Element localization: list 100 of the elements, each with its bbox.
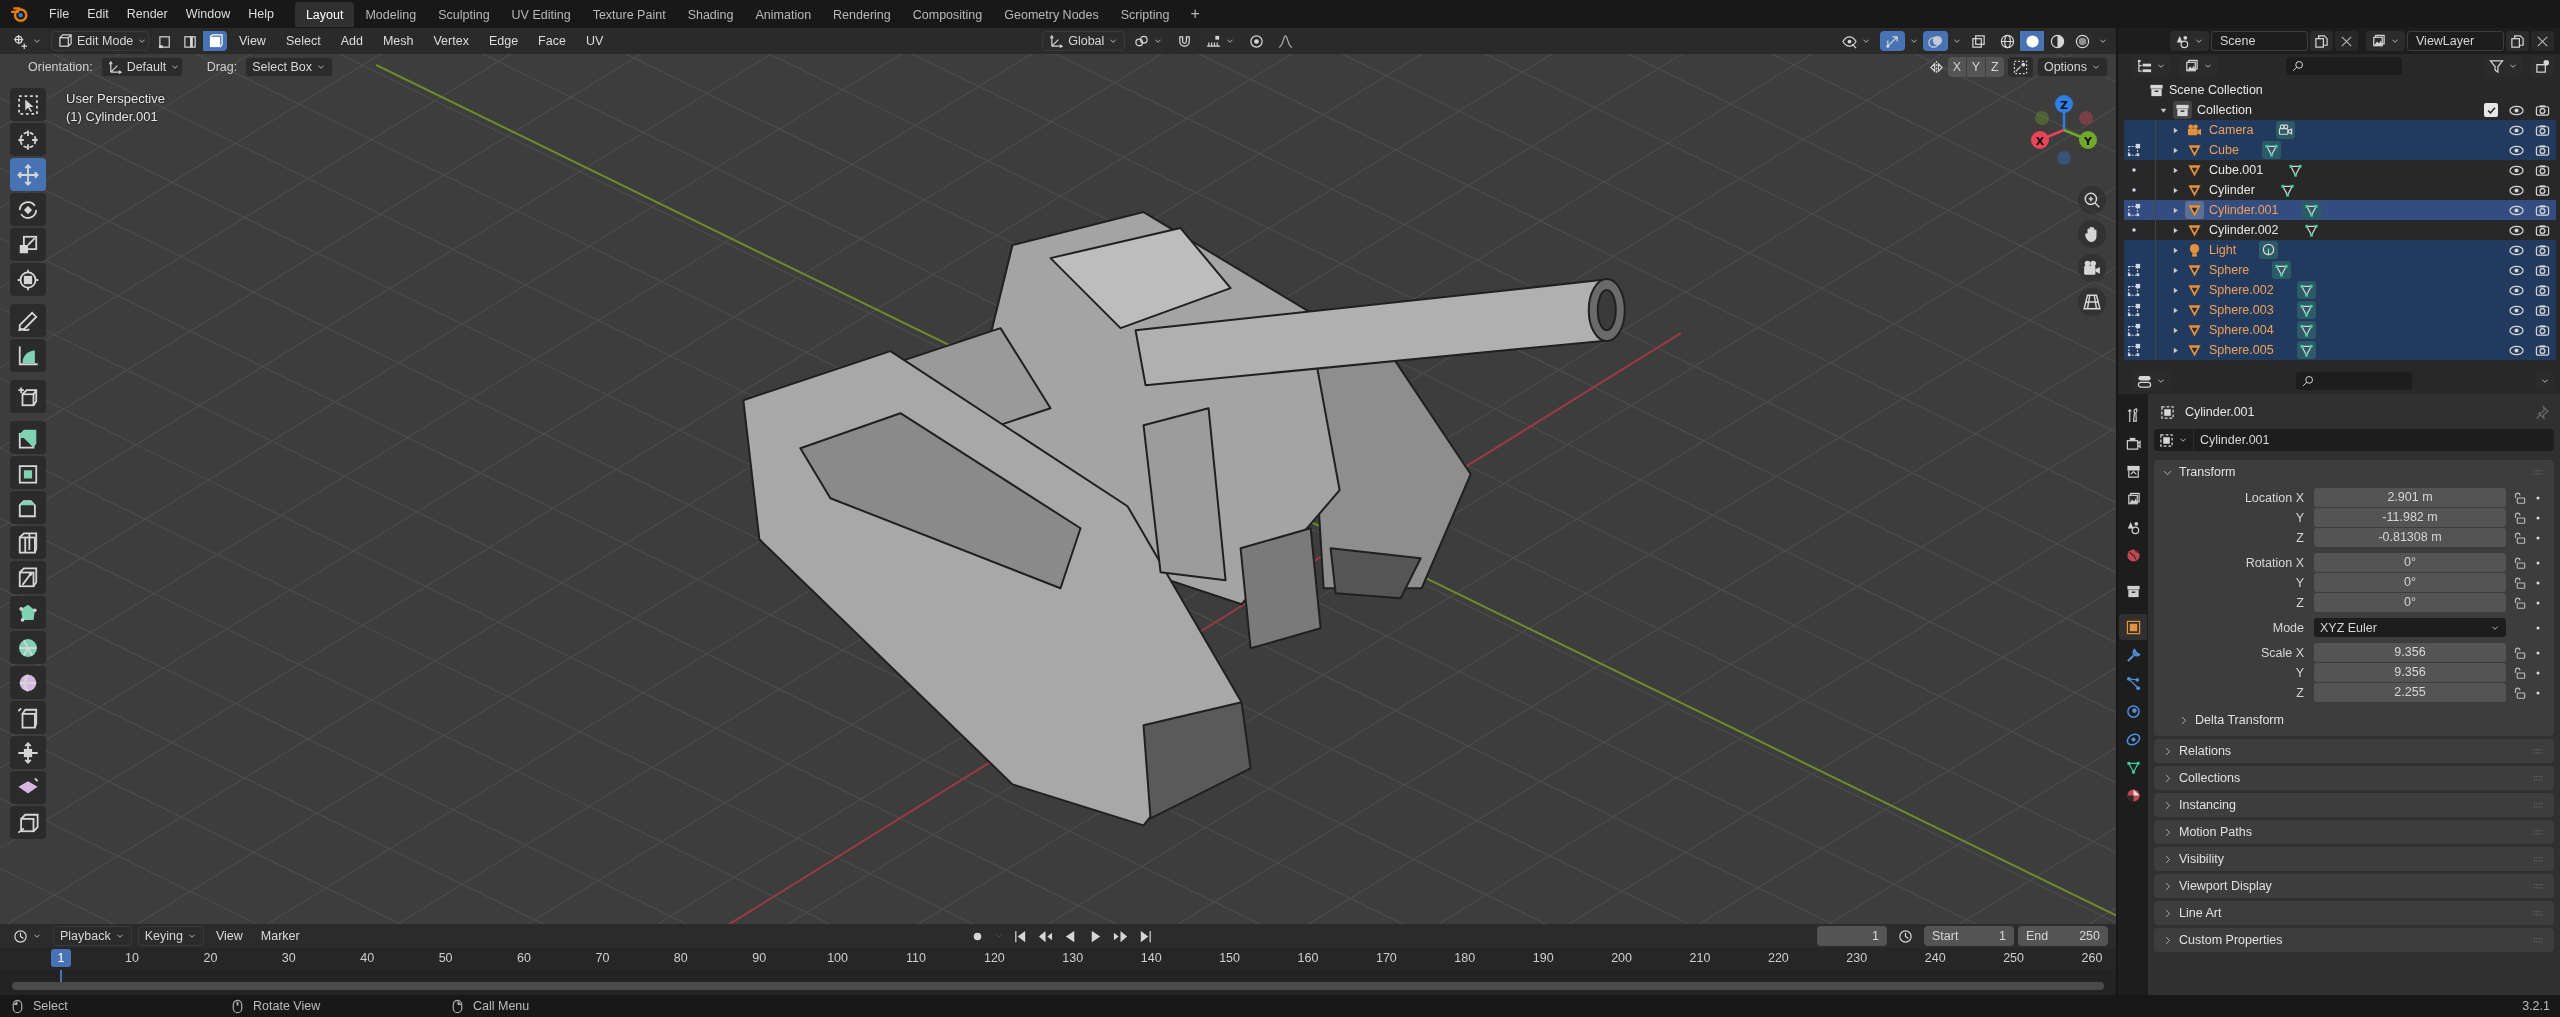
orientation-dropdown[interactable]: Global bbox=[1042, 31, 1126, 51]
number-field[interactable]: -11.982 m bbox=[2314, 508, 2506, 527]
field-label: Y bbox=[2294, 510, 2305, 525]
outliner-row[interactable]: Light bbox=[2124, 240, 2556, 260]
frame-number: 90 bbox=[752, 951, 767, 965]
panel-header[interactable]: Relations bbox=[2154, 739, 2554, 763]
end-label: End bbox=[2026, 929, 2049, 943]
outliner-row[interactable]: Sphere.002 bbox=[2124, 280, 2556, 300]
panel-header[interactable]: Instancing bbox=[2154, 793, 2554, 817]
drag-label: Drag: bbox=[205, 60, 239, 74]
menu-item[interactable]: File bbox=[40, 4, 79, 24]
outliner-row[interactable]: Cylinder bbox=[2124, 180, 2556, 200]
panel-header[interactable]: Delta Transform bbox=[2154, 708, 2554, 732]
outliner-row[interactable]: Sphere.004 bbox=[2124, 320, 2556, 340]
outliner-row[interactable]: Camera bbox=[2124, 120, 2556, 140]
drag-dropdown[interactable]: Select Box bbox=[245, 57, 333, 77]
frame-number: 260 bbox=[2081, 951, 2103, 965]
outliner-row[interactable]: Cylinder.002 bbox=[2124, 220, 2556, 240]
tree-item-label[interactable]: Collection bbox=[2197, 103, 2252, 117]
workspace-tab[interactable]: Geometry Nodes bbox=[993, 1, 1110, 27]
frame-number: 40 bbox=[360, 951, 375, 965]
outliner-row[interactable]: Cube bbox=[2124, 140, 2556, 160]
current-frame-field[interactable]: 1 bbox=[1817, 926, 1887, 946]
workspace-tab[interactable]: Compositing bbox=[901, 1, 994, 27]
number-field[interactable]: 0° bbox=[2314, 593, 2506, 612]
tree-item-label[interactable]: Scene Collection bbox=[2169, 83, 2263, 97]
menu-item[interactable]: Add bbox=[332, 31, 371, 51]
menu-dropdown[interactable]: Keying bbox=[137, 926, 204, 946]
viewport-info-text: (1) Cylinder.001 bbox=[66, 108, 159, 126]
frame-number: 160 bbox=[1297, 951, 1319, 965]
menu-item[interactable]: Edge bbox=[480, 31, 527, 51]
panel-header[interactable]: Collections bbox=[2154, 766, 2554, 790]
mode-dropdown[interactable]: Edit Mode bbox=[51, 31, 149, 51]
number-field[interactable]: 0° bbox=[2314, 553, 2506, 572]
frame-number: 170 bbox=[1375, 951, 1397, 965]
number-field[interactable]: 2.255 bbox=[2314, 683, 2506, 702]
menu-item[interactable]: Window bbox=[176, 4, 240, 24]
workspace-tab[interactable]: Texture Paint bbox=[581, 1, 677, 27]
menu-item[interactable]: UV bbox=[577, 31, 612, 51]
panel-header[interactable]: Custom Properties bbox=[2154, 928, 2554, 952]
axis-toggle[interactable]: Y bbox=[1966, 57, 1985, 77]
number-field[interactable]: 9.356 bbox=[2314, 643, 2506, 662]
workspace-tab[interactable]: UV Editing bbox=[500, 1, 582, 27]
axis-toggle[interactable]: Z bbox=[1985, 57, 2004, 77]
workspace-tab[interactable]: Scripting bbox=[1109, 1, 1181, 27]
hint-text: Rotate View bbox=[253, 999, 321, 1013]
frame-number: 200 bbox=[1611, 951, 1632, 965]
outliner-row[interactable]: Cube.001 bbox=[2124, 160, 2556, 180]
scene-name-field[interactable]: Scene bbox=[2211, 31, 2308, 51]
workspace-tab[interactable]: Rendering bbox=[822, 1, 902, 27]
frame-number: 10 bbox=[125, 951, 139, 965]
frame-number: 50 bbox=[438, 951, 453, 965]
axis-toggle[interactable]: X bbox=[1947, 57, 1966, 77]
start-frame-field[interactable]: Start 1 bbox=[1924, 926, 2014, 946]
menu-item[interactable]: Vertex bbox=[425, 31, 477, 51]
menu-item[interactable]: Marker bbox=[254, 929, 306, 943]
field-label: Y bbox=[2294, 575, 2305, 590]
workspace-tab[interactable]: Modeling bbox=[354, 1, 428, 27]
outliner-row[interactable]: Cylinder.001 bbox=[2124, 200, 2556, 220]
menu-item[interactable]: View bbox=[231, 31, 274, 51]
panel-header[interactable]: Transform bbox=[2154, 460, 2554, 484]
add-workspace-button[interactable]: + bbox=[1180, 2, 1210, 26]
outliner-row[interactable]: Sphere.003 bbox=[2124, 300, 2556, 320]
start-value: 1 bbox=[1999, 929, 2006, 943]
menu-item[interactable]: Edit bbox=[78, 4, 118, 24]
number-field[interactable]: 2.901 m bbox=[2314, 488, 2506, 507]
menu-item[interactable]: View bbox=[209, 929, 249, 943]
workspace-tab[interactable]: Sculpting bbox=[427, 1, 501, 27]
playhead-marker[interactable]: 1 bbox=[51, 949, 71, 967]
menu-item[interactable]: Select bbox=[277, 31, 329, 51]
object-title: Cylinder.001 bbox=[2185, 405, 2255, 419]
orientation-dropdown[interactable]: Default bbox=[100, 57, 183, 77]
panel-header[interactable]: Line Art bbox=[2154, 901, 2554, 925]
field-label: Y bbox=[2294, 665, 2305, 680]
panel-header[interactable]: Visibility bbox=[2154, 847, 2554, 871]
outliner-row[interactable]: Sphere bbox=[2124, 260, 2556, 280]
number-field[interactable]: 0° bbox=[2314, 573, 2506, 592]
workspace-tab[interactable]: Animation bbox=[744, 1, 823, 27]
rotation-mode-dropdown[interactable]: XYZ Euler bbox=[2314, 618, 2506, 637]
number-field[interactable]: -0.81308 m bbox=[2314, 528, 2506, 547]
frame-number: 60 bbox=[517, 951, 531, 965]
menu-item[interactable]: Render bbox=[117, 4, 177, 24]
view-layer-name-field[interactable]: ViewLayer bbox=[2407, 31, 2504, 51]
menu-item[interactable]: Face bbox=[530, 31, 574, 51]
outliner-row[interactable]: Sphere.005 bbox=[2124, 340, 2556, 360]
menu-dropdown[interactable]: Playback bbox=[53, 926, 132, 946]
frame-number: 110 bbox=[906, 951, 926, 965]
frame-number: 120 bbox=[983, 951, 1005, 965]
frame-number: 20 bbox=[203, 951, 218, 965]
axis-label: X bbox=[2035, 134, 2045, 148]
panel-header[interactable]: Viewport Display bbox=[2154, 874, 2554, 898]
options-dropdown[interactable]: Options bbox=[2036, 57, 2108, 77]
end-frame-field[interactable]: End 250 bbox=[2018, 926, 2108, 946]
workspace-tab[interactable]: Shading bbox=[676, 1, 745, 27]
menu-item[interactable]: Mesh bbox=[374, 31, 422, 51]
panel-header[interactable]: Motion Paths bbox=[2154, 820, 2554, 844]
menu-item[interactable]: Help bbox=[239, 4, 283, 24]
frame-number: 130 bbox=[1062, 951, 1084, 965]
number-field[interactable]: 9.356 bbox=[2314, 663, 2506, 682]
workspace-tab[interactable]: Layout bbox=[294, 1, 355, 27]
